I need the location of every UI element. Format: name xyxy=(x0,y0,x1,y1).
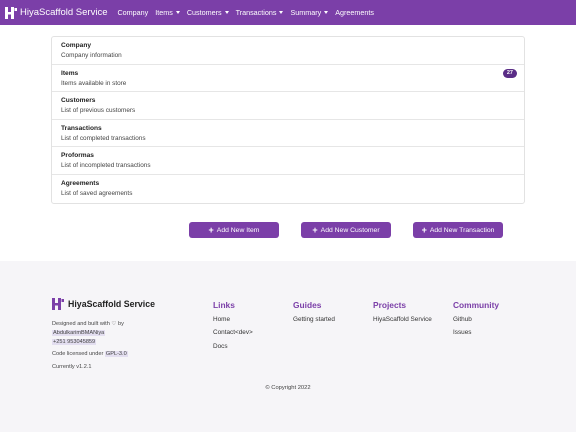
caret-down-icon xyxy=(324,11,329,14)
author-link[interactable]: AbdulkarimBMANiya xyxy=(52,330,106,336)
plus-icon: + xyxy=(421,224,427,235)
footer-license: Code licensed under GPL-3.0 xyxy=(52,350,128,358)
license-text: Code licensed under xyxy=(52,351,104,357)
nav-customers[interactable]: Customers xyxy=(187,8,229,17)
nav-items[interactable]: Items xyxy=(155,8,180,17)
heart-icon: ♡ xyxy=(111,321,117,327)
list-item-title: Proformas xyxy=(61,152,94,160)
nav-summary[interactable]: Summary xyxy=(290,8,329,17)
footer-brand[interactable]: HiyaScaffold Service xyxy=(52,298,155,310)
add-transaction-label: Add New Transaction xyxy=(429,226,495,234)
nav-transactions[interactable]: Transactions xyxy=(236,8,284,17)
list-item-title: Company xyxy=(61,42,92,49)
list-item-subtitle: List of incompleted transactions xyxy=(61,162,151,170)
count-badge: 27 xyxy=(502,68,517,78)
nav-items-label: Items xyxy=(155,8,173,17)
list-item-subtitle: List of previous customers xyxy=(61,107,136,115)
nav-agreements-label: Agreements xyxy=(335,8,374,17)
footer-link-docs[interactable]: Docs xyxy=(213,343,228,350)
designed-text: Designed and built with xyxy=(52,321,110,327)
nav-agreements[interactable]: Agreements xyxy=(335,8,374,17)
caret-down-icon xyxy=(279,11,284,14)
logo-icon xyxy=(5,6,17,19)
footer-link-getting-started[interactable]: Getting started xyxy=(293,316,335,323)
list-item-title: Customers xyxy=(61,97,96,105)
footer-link-issues[interactable]: Issues xyxy=(453,329,471,336)
footer-author[interactable]: AbdulkarimBMANiya xyxy=(52,329,106,337)
caret-down-icon xyxy=(224,11,229,14)
add-transaction-button[interactable]: + Add New Transaction xyxy=(413,222,503,238)
list-item-title: Agreements xyxy=(61,179,100,187)
action-bar: + Add New Item + Add New Customer + Add … xyxy=(0,222,576,240)
brand[interactable]: HiyaScaffold Service xyxy=(5,6,108,19)
list-item-agreements[interactable]: Agreements List of saved agreements xyxy=(52,175,524,203)
logo-icon xyxy=(52,298,64,310)
plus-icon: + xyxy=(208,224,214,235)
links-heading: Links xyxy=(213,300,235,310)
list-item-company[interactable]: Company Company information xyxy=(52,37,524,65)
add-item-button[interactable]: + Add New Item xyxy=(189,222,279,238)
list-item-transactions[interactable]: Transactions List of completed transacti… xyxy=(52,120,524,148)
brand-name: HiyaScaffold Service xyxy=(20,7,108,18)
caret-down-icon xyxy=(175,11,180,14)
footer-link-project[interactable]: HiyaScaffold Service xyxy=(373,316,432,323)
list-item-items[interactable]: Items Items available in store 27 xyxy=(52,65,524,93)
add-customer-label: Add New Customer xyxy=(320,226,380,234)
add-item-label: Add New Item xyxy=(216,226,260,234)
nav-transactions-label: Transactions xyxy=(235,8,277,17)
top-navbar: HiyaScaffold Service Company Items Custo… xyxy=(0,0,576,25)
copyright: © Copyright 2022 xyxy=(265,385,311,391)
phone-link[interactable]: +251 953045859 xyxy=(52,339,97,345)
list-item-customers[interactable]: Customers List of previous customers xyxy=(52,92,524,120)
list-item-subtitle: Items available in store xyxy=(61,79,127,87)
footer-version: Currently v1.2.1 xyxy=(52,364,92,370)
list-item-proformas[interactable]: Proformas List of incompleted transactio… xyxy=(52,147,524,175)
by-text: by xyxy=(117,321,124,327)
projects-heading: Projects xyxy=(373,300,407,310)
nav-summary-label: Summary xyxy=(290,8,322,17)
list-item-title: Items xyxy=(61,69,79,77)
list-item-subtitle: List of saved agreements xyxy=(61,189,133,197)
section-list: Company Company information Items Items … xyxy=(51,36,525,204)
footer-link-contact[interactable]: Contact<dev> xyxy=(213,329,253,336)
list-item-subtitle: List of completed transactions xyxy=(61,134,146,142)
nav-customers-label: Customers xyxy=(186,8,222,17)
footer-link-home[interactable]: Home xyxy=(213,316,230,323)
guides-heading: Guides xyxy=(293,300,322,310)
list-item-subtitle: Company information xyxy=(61,52,122,59)
plus-icon: + xyxy=(312,224,318,235)
nav-company[interactable]: Company xyxy=(117,8,148,17)
footer-link-github[interactable]: Github xyxy=(453,316,472,323)
community-heading: Community xyxy=(453,300,500,310)
add-customer-button[interactable]: + Add New Customer xyxy=(301,222,391,238)
list-item-title: Transactions xyxy=(61,124,102,132)
footer-brand-name: HiyaScaffold Service xyxy=(68,299,156,309)
license-link[interactable]: GPL-3.0 xyxy=(104,351,128,357)
footer: HiyaScaffold Service Designed and built … xyxy=(0,261,576,432)
main-content: Company Company information Items Items … xyxy=(0,25,576,261)
footer-credits: Designed and built with ♡ by xyxy=(52,320,124,328)
nav-company-label: Company xyxy=(117,8,149,17)
footer-phone[interactable]: +251 953045859 xyxy=(52,338,97,346)
